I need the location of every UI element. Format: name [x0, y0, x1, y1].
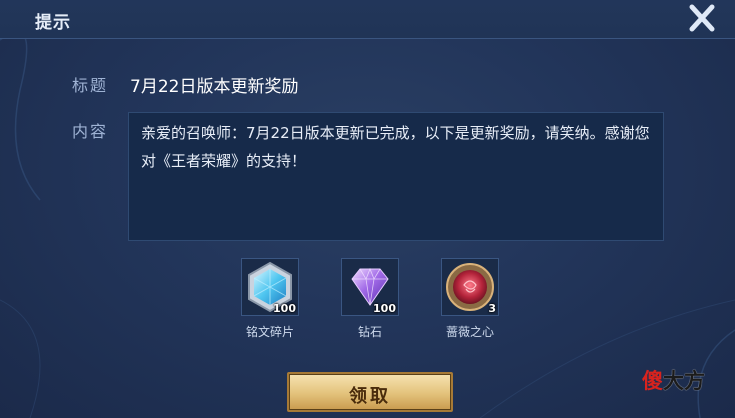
dialog-header: 提示: [0, 0, 735, 39]
mail-content: 亲爱的召唤师：7月22日版本更新已完成，以下是更新奖励，请笑纳。感谢您对《王者荣…: [141, 124, 650, 170]
title-label: 标题: [72, 76, 109, 95]
reward-name: 钻石: [357, 325, 382, 339]
announcement-dialog: 提示 标题 7月22日版本更新奖励 内容 亲爱的召唤师：7月22日版本更新已完成…: [0, 0, 735, 418]
claim-button-label: 领取: [349, 386, 391, 407]
reward-count: 100: [273, 302, 296, 315]
reward-slot[interactable]: 3: [441, 258, 499, 316]
reward-item: 3 蔷薇之心: [425, 258, 515, 342]
reward-slot[interactable]: 100: [341, 258, 399, 316]
watermark-text: 大方: [663, 369, 705, 393]
content-box: 亲爱的召唤师：7月22日版本更新已完成，以下是更新奖励，请笑纳。感谢您对《王者荣…: [128, 112, 664, 241]
reward-slot[interactable]: 100: [241, 258, 299, 316]
reward-name: 蔷薇之心: [445, 325, 494, 339]
reward-item: 100 钻石: [325, 258, 415, 342]
content-label: 内容: [72, 122, 109, 141]
watermark-char: 傻: [642, 369, 663, 393]
close-icon: [689, 4, 715, 32]
reward-count: 3: [488, 302, 496, 315]
dialog-title: 提示: [35, 13, 71, 33]
reward-name: 铭文碎片: [245, 325, 294, 339]
reward-item: 100 铭文碎片: [225, 258, 315, 342]
mail-title: 7月22日版本更新奖励: [130, 77, 299, 97]
reward-count: 100: [373, 302, 396, 315]
claim-button[interactable]: 领取: [287, 372, 453, 412]
site-watermark: 傻大方: [642, 365, 705, 397]
close-button[interactable]: [686, 4, 718, 32]
